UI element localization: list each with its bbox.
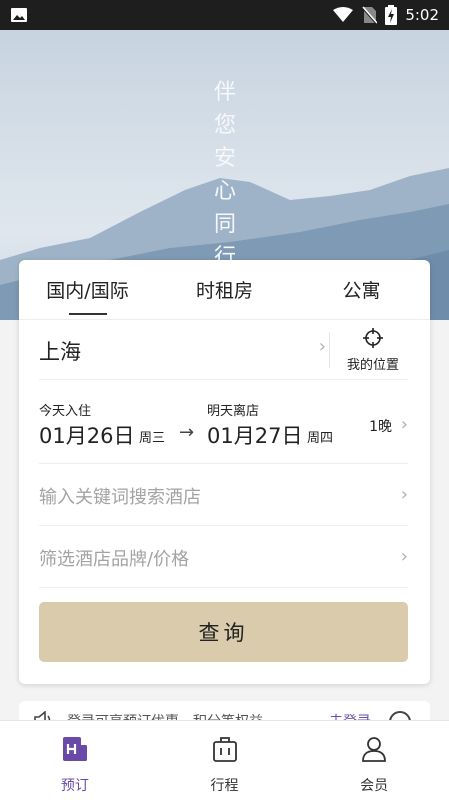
wifi-icon [333, 7, 354, 23]
slogan-text: 伴 您 安 心 同 行 [212, 76, 240, 274]
keyword-search-row[interactable]: 输入关键词搜索酒店 › [39, 464, 408, 526]
nav-member[interactable]: 会员 [299, 721, 449, 800]
nav-booking[interactable]: 预订 [0, 721, 150, 800]
divider [329, 332, 330, 368]
checkin-date[interactable]: 01月26日 [39, 420, 134, 450]
booking-card: 国内/国际 时租房 公寓 上海 › 我的位置 今天入住 01月26日 周三 → … [19, 260, 430, 684]
nav-booking-label: 预订 [60, 778, 89, 794]
chevron-right-icon: › [400, 484, 408, 505]
chevron-right-icon: › [400, 546, 408, 567]
user-icon [360, 735, 388, 767]
my-location-label: 我的位置 [346, 358, 399, 373]
tab-hourly-room[interactable]: 时租房 [156, 260, 293, 319]
battery-charging-icon [385, 5, 398, 25]
slogan-char: 伴 [213, 80, 238, 105]
tab-apartment[interactable]: 公寓 [293, 260, 430, 319]
nav-itinerary-label: 行程 [210, 778, 239, 794]
keyword-search-input[interactable]: 输入关键词搜索酒店 [39, 483, 201, 509]
tab-domestic-international[interactable]: 国内/国际 [19, 260, 156, 319]
slogan-char: 同 [213, 212, 238, 237]
slogan-char: 心 [213, 179, 238, 204]
clock-time: 5:02 [405, 6, 439, 24]
slogan-char: 您 [213, 113, 238, 138]
checkout-weekday: 周四 [307, 431, 334, 446]
my-location-button[interactable]: 我的位置 [336, 328, 410, 373]
checkin-weekday: 周三 [139, 431, 166, 446]
booking-tabs: 国内/国际 时租房 公寓 [19, 260, 430, 320]
chevron-right-icon: › [318, 336, 326, 357]
bottom-nav: 预订 行程 会员 [0, 720, 449, 800]
brand-filter-row[interactable]: 筛选酒店品牌/价格 › [39, 526, 408, 588]
nav-itinerary[interactable]: 行程 [150, 721, 300, 800]
arrow-right-icon: → [179, 422, 195, 443]
brand-price-filter[interactable]: 筛选酒店品牌/价格 [39, 545, 189, 571]
luggage-icon [211, 735, 239, 767]
hotel-booking-icon [61, 735, 89, 767]
checkout-label: 明天离店 [207, 404, 260, 419]
crosshair-icon [363, 328, 383, 352]
date-selector-row[interactable]: 今天入住 01月26日 周三 → 明天离店 01月27日 周四 1晚 › [39, 380, 408, 464]
search-button[interactable]: 查询 [39, 602, 408, 662]
checkout-date[interactable]: 01月27日 [207, 420, 302, 450]
slogan-char: 安 [213, 146, 238, 171]
status-bar: 5:02 [0, 0, 449, 30]
city-selector-row[interactable]: 上海 › 我的位置 [39, 320, 408, 380]
city-name[interactable]: 上海 [39, 336, 81, 366]
nav-member-label: 会员 [360, 778, 389, 794]
nights-count: 1晚 [369, 419, 392, 435]
checkin-label: 今天入住 [39, 404, 92, 419]
image-icon [10, 7, 28, 23]
chevron-right-icon: › [400, 414, 408, 435]
no-sim-icon [361, 6, 378, 24]
